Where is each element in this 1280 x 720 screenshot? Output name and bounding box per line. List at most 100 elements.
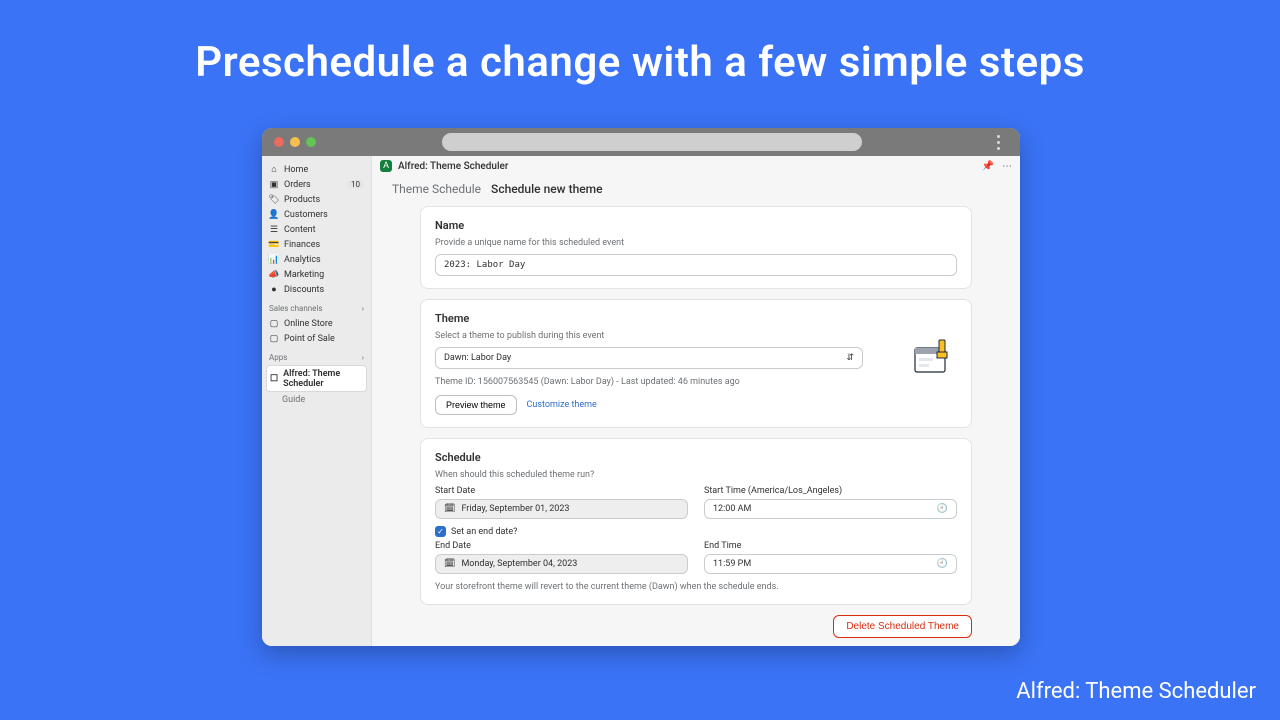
- maximize-icon[interactable]: [306, 137, 316, 147]
- card-title: Theme: [435, 312, 957, 325]
- sidebar-item-home[interactable]: ⌂ Home: [266, 162, 367, 177]
- breadcrumb: Theme Schedule Schedule new theme: [372, 176, 1020, 206]
- more-icon[interactable]: ⋯: [1002, 161, 1012, 172]
- sidebar-item-customers[interactable]: 👤 Customers: [266, 207, 367, 222]
- sidebar-item-label: Content: [284, 225, 316, 235]
- customize-theme-link[interactable]: Customize theme: [527, 400, 597, 410]
- sidebar-item-label: Analytics: [284, 255, 321, 265]
- end-time-input[interactable]: 11:59 PM 🕘: [704, 554, 957, 574]
- theme-card: Theme Select a theme to publish during t…: [420, 299, 972, 428]
- sidebar-item-label: Customers: [284, 210, 328, 220]
- app-logo-icon: A: [380, 160, 392, 172]
- preview-theme-button[interactable]: Preview theme: [435, 395, 517, 415]
- sidebar-item-label: Discounts: [284, 285, 324, 295]
- theme-illustration-icon: [909, 334, 957, 376]
- sidebar-item-discounts[interactable]: ● Discounts: [266, 282, 367, 297]
- orders-badge: 10: [347, 180, 364, 189]
- sidebar-item-products[interactable]: 🏷 Products: [266, 192, 367, 207]
- calendar-icon: 🗓: [444, 504, 455, 514]
- close-icon[interactable]: [274, 137, 284, 147]
- event-name-input[interactable]: 2023: Labor Day: [435, 254, 957, 276]
- chevron-right-icon[interactable]: ›: [362, 304, 364, 313]
- end-date-label: End Date: [435, 541, 688, 551]
- sidebar-item-content[interactable]: ☰ Content: [266, 222, 367, 237]
- sidebar-item-analytics[interactable]: 📊 Analytics: [266, 252, 367, 267]
- sidebar-item-label: Products: [284, 195, 320, 205]
- pin-icon[interactable]: 📌: [982, 161, 994, 172]
- sidebar-section-apps: Apps ›: [266, 346, 367, 365]
- chevron-right-icon[interactable]: ›: [362, 353, 364, 362]
- end-date-checkbox[interactable]: ✓: [435, 526, 446, 537]
- theme-meta: Theme ID: 156007563545 (Dawn: Labor Day)…: [435, 377, 957, 387]
- sidebar-section-sales: Sales channels ›: [266, 297, 367, 316]
- breadcrumb-current: Schedule new theme: [491, 182, 603, 196]
- end-date-checkbox-label: Set an end date?: [451, 527, 517, 537]
- end-date-value: Monday, September 04, 2023: [461, 559, 577, 569]
- select-icon: ⇵: [846, 353, 854, 363]
- sidebar-item-finances[interactable]: 💳 Finances: [266, 237, 367, 252]
- sidebar-item-label: Guide: [282, 395, 305, 405]
- app-window: ⌂ Home ▣ Orders 10 🏷 Products 👤 Customer…: [262, 128, 1020, 646]
- schedule-card: Schedule When should this scheduled them…: [420, 438, 972, 605]
- analytics-icon: 📊: [269, 255, 279, 265]
- kebab-icon[interactable]: [988, 132, 1008, 152]
- sidebar-item-label: Online Store: [284, 319, 333, 329]
- sidebar-item-orders[interactable]: ▣ Orders 10: [266, 177, 367, 192]
- main-content: A Alfred: Theme Scheduler 📌 ⋯ Theme Sche…: [372, 156, 1020, 646]
- clock-icon: 🕘: [937, 559, 948, 569]
- marketing-icon: 📣: [269, 270, 279, 280]
- products-icon: 🏷: [269, 195, 279, 205]
- sidebar: ⌂ Home ▣ Orders 10 🏷 Products 👤 Customer…: [262, 156, 372, 646]
- content-icon: ☰: [269, 225, 279, 235]
- start-date-input[interactable]: 🗓 Friday, September 01, 2023: [435, 499, 688, 519]
- finances-icon: 💳: [269, 240, 279, 250]
- sidebar-item-label: Marketing: [284, 270, 324, 280]
- sidebar-item-guide[interactable]: Guide: [266, 392, 367, 407]
- customers-icon: 👤: [269, 210, 279, 220]
- schedule-footer-note: Your storefront theme will revert to the…: [435, 582, 957, 592]
- delete-scheduled-theme-button[interactable]: Delete Scheduled Theme: [833, 615, 972, 638]
- start-time-input[interactable]: 12:00 AM 🕘: [704, 499, 957, 519]
- end-time-value: 11:59 PM: [713, 559, 751, 569]
- window-titlebar: [262, 128, 1020, 156]
- sidebar-item-pos[interactable]: ▢ Point of Sale: [266, 331, 367, 346]
- start-date-value: Friday, September 01, 2023: [461, 504, 569, 514]
- app-title: Alfred: Theme Scheduler: [398, 161, 508, 172]
- theme-select[interactable]: Dawn: Labor Day ⇵: [435, 347, 863, 369]
- minimize-icon[interactable]: [290, 137, 300, 147]
- start-date-label: Start Date: [435, 486, 688, 496]
- end-time-label: End Time: [704, 541, 957, 551]
- footer-label: Alfred: Theme Scheduler: [1016, 679, 1256, 704]
- calendar-icon: 🗓: [444, 559, 455, 569]
- store-icon: ▢: [269, 319, 279, 329]
- start-time-label: Start Time (America/Los_Angeles): [704, 486, 957, 496]
- pos-icon: ▢: [269, 334, 279, 344]
- pin-icon: ☐: [270, 374, 278, 384]
- clock-icon: 🕘: [937, 504, 948, 514]
- card-subtitle: Provide a unique name for this scheduled…: [435, 238, 957, 248]
- discounts-icon: ●: [269, 285, 279, 295]
- theme-select-value: Dawn: Labor Day: [444, 353, 511, 363]
- sidebar-item-alfred[interactable]: ☐ Alfred: Theme Scheduler: [266, 365, 367, 392]
- start-time-value: 12:00 AM: [713, 504, 751, 514]
- sidebar-item-label: Point of Sale: [284, 334, 335, 344]
- sidebar-item-label: Finances: [284, 240, 320, 250]
- end-date-input[interactable]: 🗓 Monday, September 04, 2023: [435, 554, 688, 574]
- sidebar-item-online-store[interactable]: ▢ Online Store: [266, 316, 367, 331]
- breadcrumb-parent[interactable]: Theme Schedule: [392, 182, 481, 196]
- sidebar-item-label: Home: [284, 165, 308, 175]
- name-card: Name Provide a unique name for this sche…: [420, 206, 972, 289]
- url-bar[interactable]: [442, 133, 862, 151]
- card-subtitle: Select a theme to publish during this ev…: [435, 331, 957, 341]
- home-icon: ⌂: [269, 165, 279, 175]
- card-subtitle: When should this scheduled theme run?: [435, 470, 957, 480]
- page-headline: Preschedule a change with a few simple s…: [0, 0, 1280, 87]
- sidebar-item-marketing[interactable]: 📣 Marketing: [266, 267, 367, 282]
- sidebar-section-label: Apps: [269, 353, 287, 362]
- sidebar-item-label: Alfred: Theme Scheduler: [283, 369, 363, 389]
- orders-icon: ▣: [269, 180, 279, 190]
- sidebar-item-label: Orders: [284, 180, 342, 190]
- app-header: A Alfred: Theme Scheduler 📌 ⋯: [372, 156, 1020, 176]
- sidebar-section-label: Sales channels: [269, 304, 323, 313]
- card-title: Name: [435, 219, 957, 232]
